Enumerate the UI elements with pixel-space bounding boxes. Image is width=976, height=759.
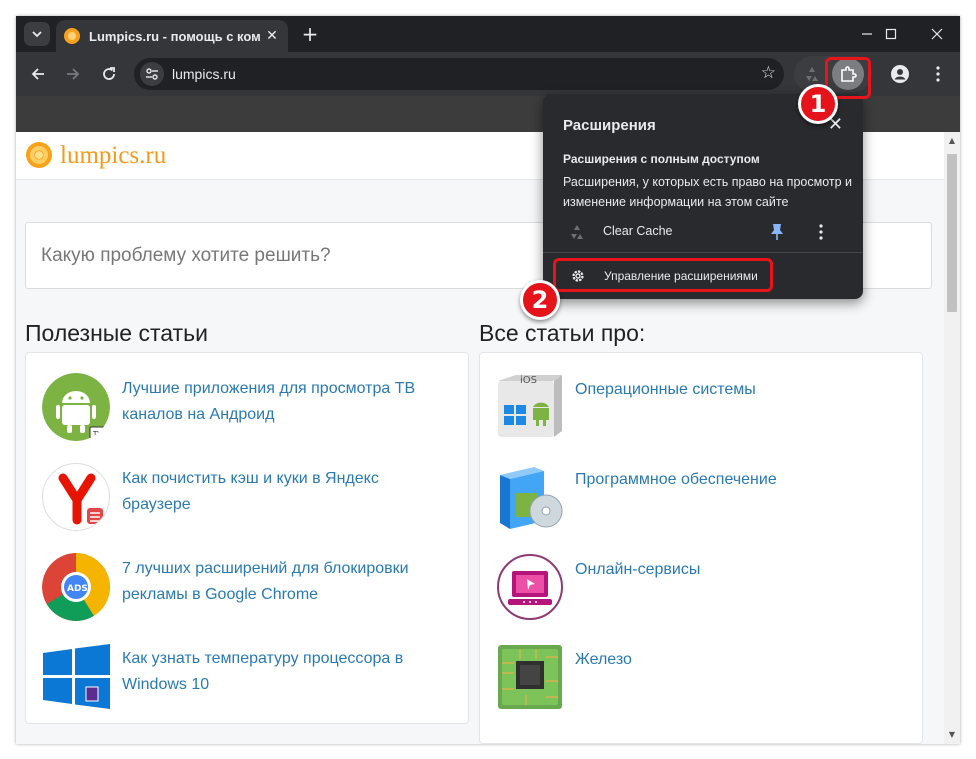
maximize-icon [885,28,897,40]
lumpics-favicon-icon [64,28,80,44]
online-services-icon [496,553,564,621]
chrome-adblock-icon: ADS [42,553,110,621]
article-link[interactable]: Как почистить кэш и куки в Яндекс браузе… [122,466,442,518]
maximize-button[interactable] [876,22,906,46]
categories-card: iOS Операционные системы Программное обе… [479,352,923,744]
browser-menu-button[interactable] [926,62,950,86]
tab-search-button[interactable] [24,22,50,46]
tab-strip: Lumpics.ru - помощь с компь ✕ + [16,16,960,52]
close-icon [931,28,943,40]
article-item[interactable]: Как почистить кэш и куки в Яндекс браузе… [42,463,462,535]
site-info-button[interactable] [140,62,164,86]
category-link[interactable]: Онлайн-сервисы [575,561,700,579]
scroll-down-icon[interactable]: ▼ [947,730,957,739]
profile-icon [891,65,909,83]
chevron-down-icon [32,31,42,38]
svg-text:iOS: iOS [520,375,537,386]
category-item[interactable]: Программное обеспечение [496,463,916,535]
new-tab-button[interactable]: + [298,22,322,46]
address-bar[interactable]: lumpics.ru ☆ [134,58,784,90]
yandex-browser-icon [42,463,110,531]
useful-articles-heading: Полезные статьи [25,320,208,346]
popup-divider [543,252,863,253]
arrow-right-icon [67,68,80,80]
back-button[interactable] [26,62,50,86]
article-link[interactable]: 7 лучших расширений для блокировки рекла… [122,556,442,608]
page-scrollbar[interactable]: ▲ ▼ [944,132,960,744]
search-placeholder: Какую проблему хотите решить? [41,245,331,266]
profile-button[interactable] [888,62,912,86]
category-item[interactable]: iOS Операционные системы [496,373,916,445]
extensions-popup: Расширения ✕ Расширения с полным доступо… [543,94,863,299]
software-icon [496,463,564,531]
more-vertical-icon [936,66,940,82]
all-articles-heading: Все статьи про: [479,320,646,346]
popup-description: Расширения, у которых есть право на прос… [563,175,853,209]
pin-icon[interactable] [769,222,785,242]
site-logo-text[interactable]: lumpics.ru [60,142,166,170]
minimize-icon [862,33,872,35]
windows-icon [42,643,110,711]
android-tv-icon: TV [42,373,110,441]
article-item[interactable]: ADS 7 лучших расширений для блокировки р… [42,553,462,625]
category-item[interactable]: Железо [496,643,916,715]
arrow-left-icon [31,68,44,80]
article-item[interactable]: Как узнать температуру процессора в Wind… [42,643,462,715]
article-link[interactable]: Лучшие приложения для просмотра ТВ канал… [122,376,442,428]
article-item[interactable]: TV Лучшие приложения для просмотра ТВ ка… [42,373,462,445]
scroll-thumb[interactable] [947,154,957,312]
forward-button[interactable] [61,62,85,86]
hardware-chip-icon [496,643,564,711]
reload-icon [103,67,115,80]
manage-extensions-label: Управление расширениями [604,269,758,283]
url-text[interactable]: lumpics.ru [172,66,236,82]
recycle-icon [806,67,818,81]
svg-text:TV: TV [92,430,102,438]
article-link[interactable]: Как узнать температуру процессора в Wind… [122,646,442,698]
tune-icon [146,68,158,80]
popup-subtitle: Расширения с полным доступом [563,152,760,166]
orange-logo-icon[interactable] [26,142,52,168]
step-2-badge: 2 [520,280,560,320]
active-tab[interactable]: Lumpics.ru - помощь с компь ✕ [56,20,288,52]
manage-extensions-button[interactable]: Управление расширениями [553,258,773,292]
useful-articles-card: TV Лучшие приложения для просмотра ТВ ка… [25,352,469,724]
gear-icon [572,270,584,282]
more-vertical-icon[interactable] [815,222,827,242]
clear-cache-extension-button[interactable] [800,62,824,86]
scroll-up-icon[interactable]: ▲ [947,136,957,145]
extension-row-clear-cache[interactable]: Clear Cache [543,218,863,246]
svg-text:ADS: ADS [67,584,88,594]
close-window-button[interactable] [922,22,952,46]
category-item[interactable]: Онлайн-сервисы [496,553,916,625]
recycle-icon [571,225,583,239]
step-1-badge: 1 [798,84,838,124]
category-link[interactable]: Программное обеспечение [575,471,777,489]
extension-name: Clear Cache [603,224,673,238]
os-icon: iOS [496,373,564,441]
tab-close-icon[interactable]: ✕ [264,28,280,44]
tab-title: Lumpics.ru - помощь с компь [89,28,261,44]
category-link[interactable]: Железо [575,651,632,669]
reload-button[interactable] [97,62,121,86]
popup-title: Расширения [563,117,656,134]
category-link[interactable]: Операционные системы [575,381,756,399]
bookmark-star-icon[interactable]: ☆ [761,63,776,83]
